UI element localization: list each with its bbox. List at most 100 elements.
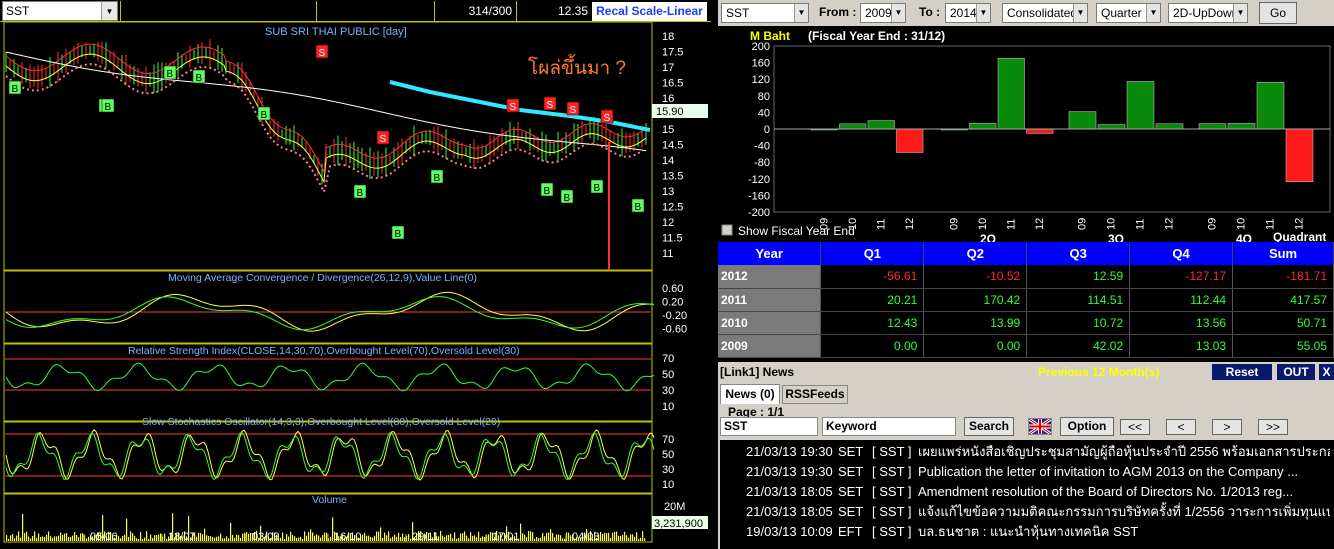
pane-divider[interactable] bbox=[711, 0, 718, 549]
volume-bar bbox=[136, 538, 138, 541]
price-axis-label: 16.5 bbox=[662, 78, 683, 90]
bar-axis-label: 40 bbox=[758, 107, 770, 119]
news-headline: Amendment resolution of the Board of Dir… bbox=[918, 484, 1294, 499]
bar-axis-label: -80 bbox=[754, 157, 770, 169]
prev-page-button[interactable]: < bbox=[1166, 419, 1196, 435]
option-button[interactable]: Option bbox=[1060, 417, 1114, 436]
volume-bar bbox=[198, 532, 200, 541]
chevron-down-icon: ▼ bbox=[794, 4, 808, 22]
volume-bar bbox=[284, 538, 286, 541]
volume-bar bbox=[384, 532, 386, 541]
volume-bar bbox=[118, 536, 120, 541]
volume-bar bbox=[128, 537, 130, 541]
news-item[interactable]: 19/03/13 10:09 EFT [ SST ] บล.ธนชาต : แนะนำ… bbox=[720, 522, 1334, 542]
tab-rss[interactable]: RSSFeeds bbox=[782, 385, 848, 404]
from-year-select[interactable]: 2009 ▼ bbox=[860, 3, 906, 23]
value-cell: 13.03 bbox=[1129, 334, 1234, 358]
volume-bar bbox=[642, 531, 644, 541]
news-item[interactable]: 21/03/13 19:30 SET [ SST ] Publication the … bbox=[720, 462, 1334, 482]
signal-label: S bbox=[319, 48, 326, 59]
volume-bar bbox=[72, 535, 74, 541]
rsi-axis-label: 50 bbox=[662, 369, 674, 381]
tab-news[interactable]: News (0) bbox=[720, 384, 780, 404]
news-headline: Publication the letter of invitation to … bbox=[918, 464, 1299, 479]
rsi-title: Relative Strength Index(CLOSE,14,30,70),… bbox=[128, 345, 520, 357]
chart-canvas[interactable]: BBBBBBBBBBBBBSSSSSS SUB SRI THAI PUBLIC … bbox=[0, 22, 711, 549]
last-page-button[interactable]: >> bbox=[1258, 419, 1288, 435]
next-page-button[interactable]: > bbox=[1212, 419, 1242, 435]
chevron-down-icon: ▼ bbox=[976, 4, 990, 22]
news-market: SET bbox=[838, 464, 864, 479]
language-flag-icon[interactable] bbox=[1028, 417, 1052, 436]
bar-series bbox=[810, 58, 1314, 183]
value-cell: 42.02 bbox=[1026, 334, 1131, 358]
news-item[interactable]: 21/03/13 18:05 SET [ SST ] แจ้งแก้ไขข้อความ… bbox=[720, 502, 1334, 522]
volume-bar bbox=[306, 535, 308, 541]
volume-bar bbox=[214, 537, 216, 541]
volume-bar bbox=[196, 536, 198, 541]
bar-category-label: 10 bbox=[1236, 218, 1248, 230]
bar-q3 bbox=[1097, 124, 1126, 130]
news-symbol: [ SST ] bbox=[872, 464, 912, 479]
quadrant-label: Quadrant bbox=[1273, 230, 1326, 242]
volume-bar bbox=[58, 535, 60, 541]
news-titlebar: [Link1] News Previous 12 Month(s) Reset … bbox=[718, 362, 1334, 382]
period-select[interactable]: Quarter ▼ bbox=[1096, 3, 1161, 23]
search-button[interactable]: Search bbox=[964, 417, 1014, 436]
news-item[interactable]: 21/03/13 18:05 SET [ SST ] Amendment resolu… bbox=[720, 482, 1334, 502]
volume-bar bbox=[624, 531, 626, 541]
value-cell: 13.56 bbox=[1129, 311, 1234, 335]
volume-bar bbox=[484, 536, 486, 541]
macd-title: Moving Average Convergence / Divergence(… bbox=[168, 272, 477, 284]
toolbar-cell-2 bbox=[316, 1, 434, 21]
volume-bar bbox=[316, 534, 318, 541]
volume-bar bbox=[154, 535, 156, 541]
go-button[interactable]: Go bbox=[1259, 2, 1297, 24]
volume-bar bbox=[38, 533, 40, 541]
volume-bar bbox=[386, 535, 388, 541]
volume-bar bbox=[280, 537, 282, 541]
volume-bar bbox=[298, 537, 300, 541]
volume-bar bbox=[448, 534, 450, 541]
bar-category-label: 12 bbox=[904, 218, 916, 230]
value-cell: 12.59 bbox=[1026, 265, 1131, 289]
volume-bar bbox=[602, 533, 604, 541]
volume-bar bbox=[464, 531, 466, 541]
volume-bar bbox=[54, 536, 56, 541]
volume-bar bbox=[554, 537, 556, 541]
annotation-text: โผล่ขึ้นมา ? bbox=[528, 54, 626, 79]
reset-button[interactable]: Reset bbox=[1212, 364, 1272, 380]
volume-bar bbox=[456, 538, 458, 541]
recal-scale-button[interactable]: Recal Scale-Linear bbox=[592, 2, 707, 21]
volume-bar bbox=[138, 538, 140, 541]
date-label: 17/01 bbox=[492, 531, 520, 543]
keyword-input[interactable]: Keyword bbox=[822, 417, 956, 436]
mode-select[interactable]: Consolidated ▼ bbox=[1002, 3, 1088, 23]
bar-axis-label: 200 bbox=[752, 41, 770, 53]
volume-bar bbox=[442, 535, 444, 541]
volume-bar bbox=[14, 538, 16, 541]
bar-category-label: 09 bbox=[1077, 218, 1089, 230]
first-page-button[interactable]: << bbox=[1120, 419, 1150, 435]
bar-q4 bbox=[1227, 123, 1256, 130]
bar-q2 bbox=[997, 58, 1025, 130]
volume-bar bbox=[50, 536, 52, 541]
symbol-select[interactable]: SST ▼ bbox=[2, 1, 118, 21]
fiscal-label: (Fiscal Year End : 31/12) bbox=[808, 29, 945, 43]
fund-symbol-select[interactable]: SST ▼ bbox=[721, 3, 809, 23]
volume-bar bbox=[52, 537, 54, 541]
signal-label: B bbox=[434, 173, 441, 184]
volume-bar bbox=[600, 531, 602, 541]
view-select[interactable]: 2D-UpDown ▼ bbox=[1168, 3, 1248, 23]
news-symbol-input[interactable]: SST bbox=[720, 417, 818, 436]
macd-axis-label: -0.60 bbox=[662, 324, 687, 336]
to-year-select[interactable]: 2014 ▼ bbox=[945, 3, 991, 23]
bar-category-label: 11 bbox=[1135, 219, 1147, 230]
close-button[interactable]: X bbox=[1319, 364, 1334, 380]
volume-bar bbox=[286, 534, 288, 541]
out-button[interactable]: OUT bbox=[1277, 364, 1315, 380]
show-fiscal-checkbox[interactable] bbox=[721, 224, 733, 236]
news-period: Previous 12 Month(s) bbox=[1038, 365, 1160, 379]
news-item[interactable]: 21/03/13 19:30 SET [ SST ] เผยแพร่หนังสือเช… bbox=[720, 442, 1334, 462]
news-headline: แจ้งแก้ไขข้อความมติคณะกรรมการบริษัทครั้ง… bbox=[918, 504, 1330, 519]
